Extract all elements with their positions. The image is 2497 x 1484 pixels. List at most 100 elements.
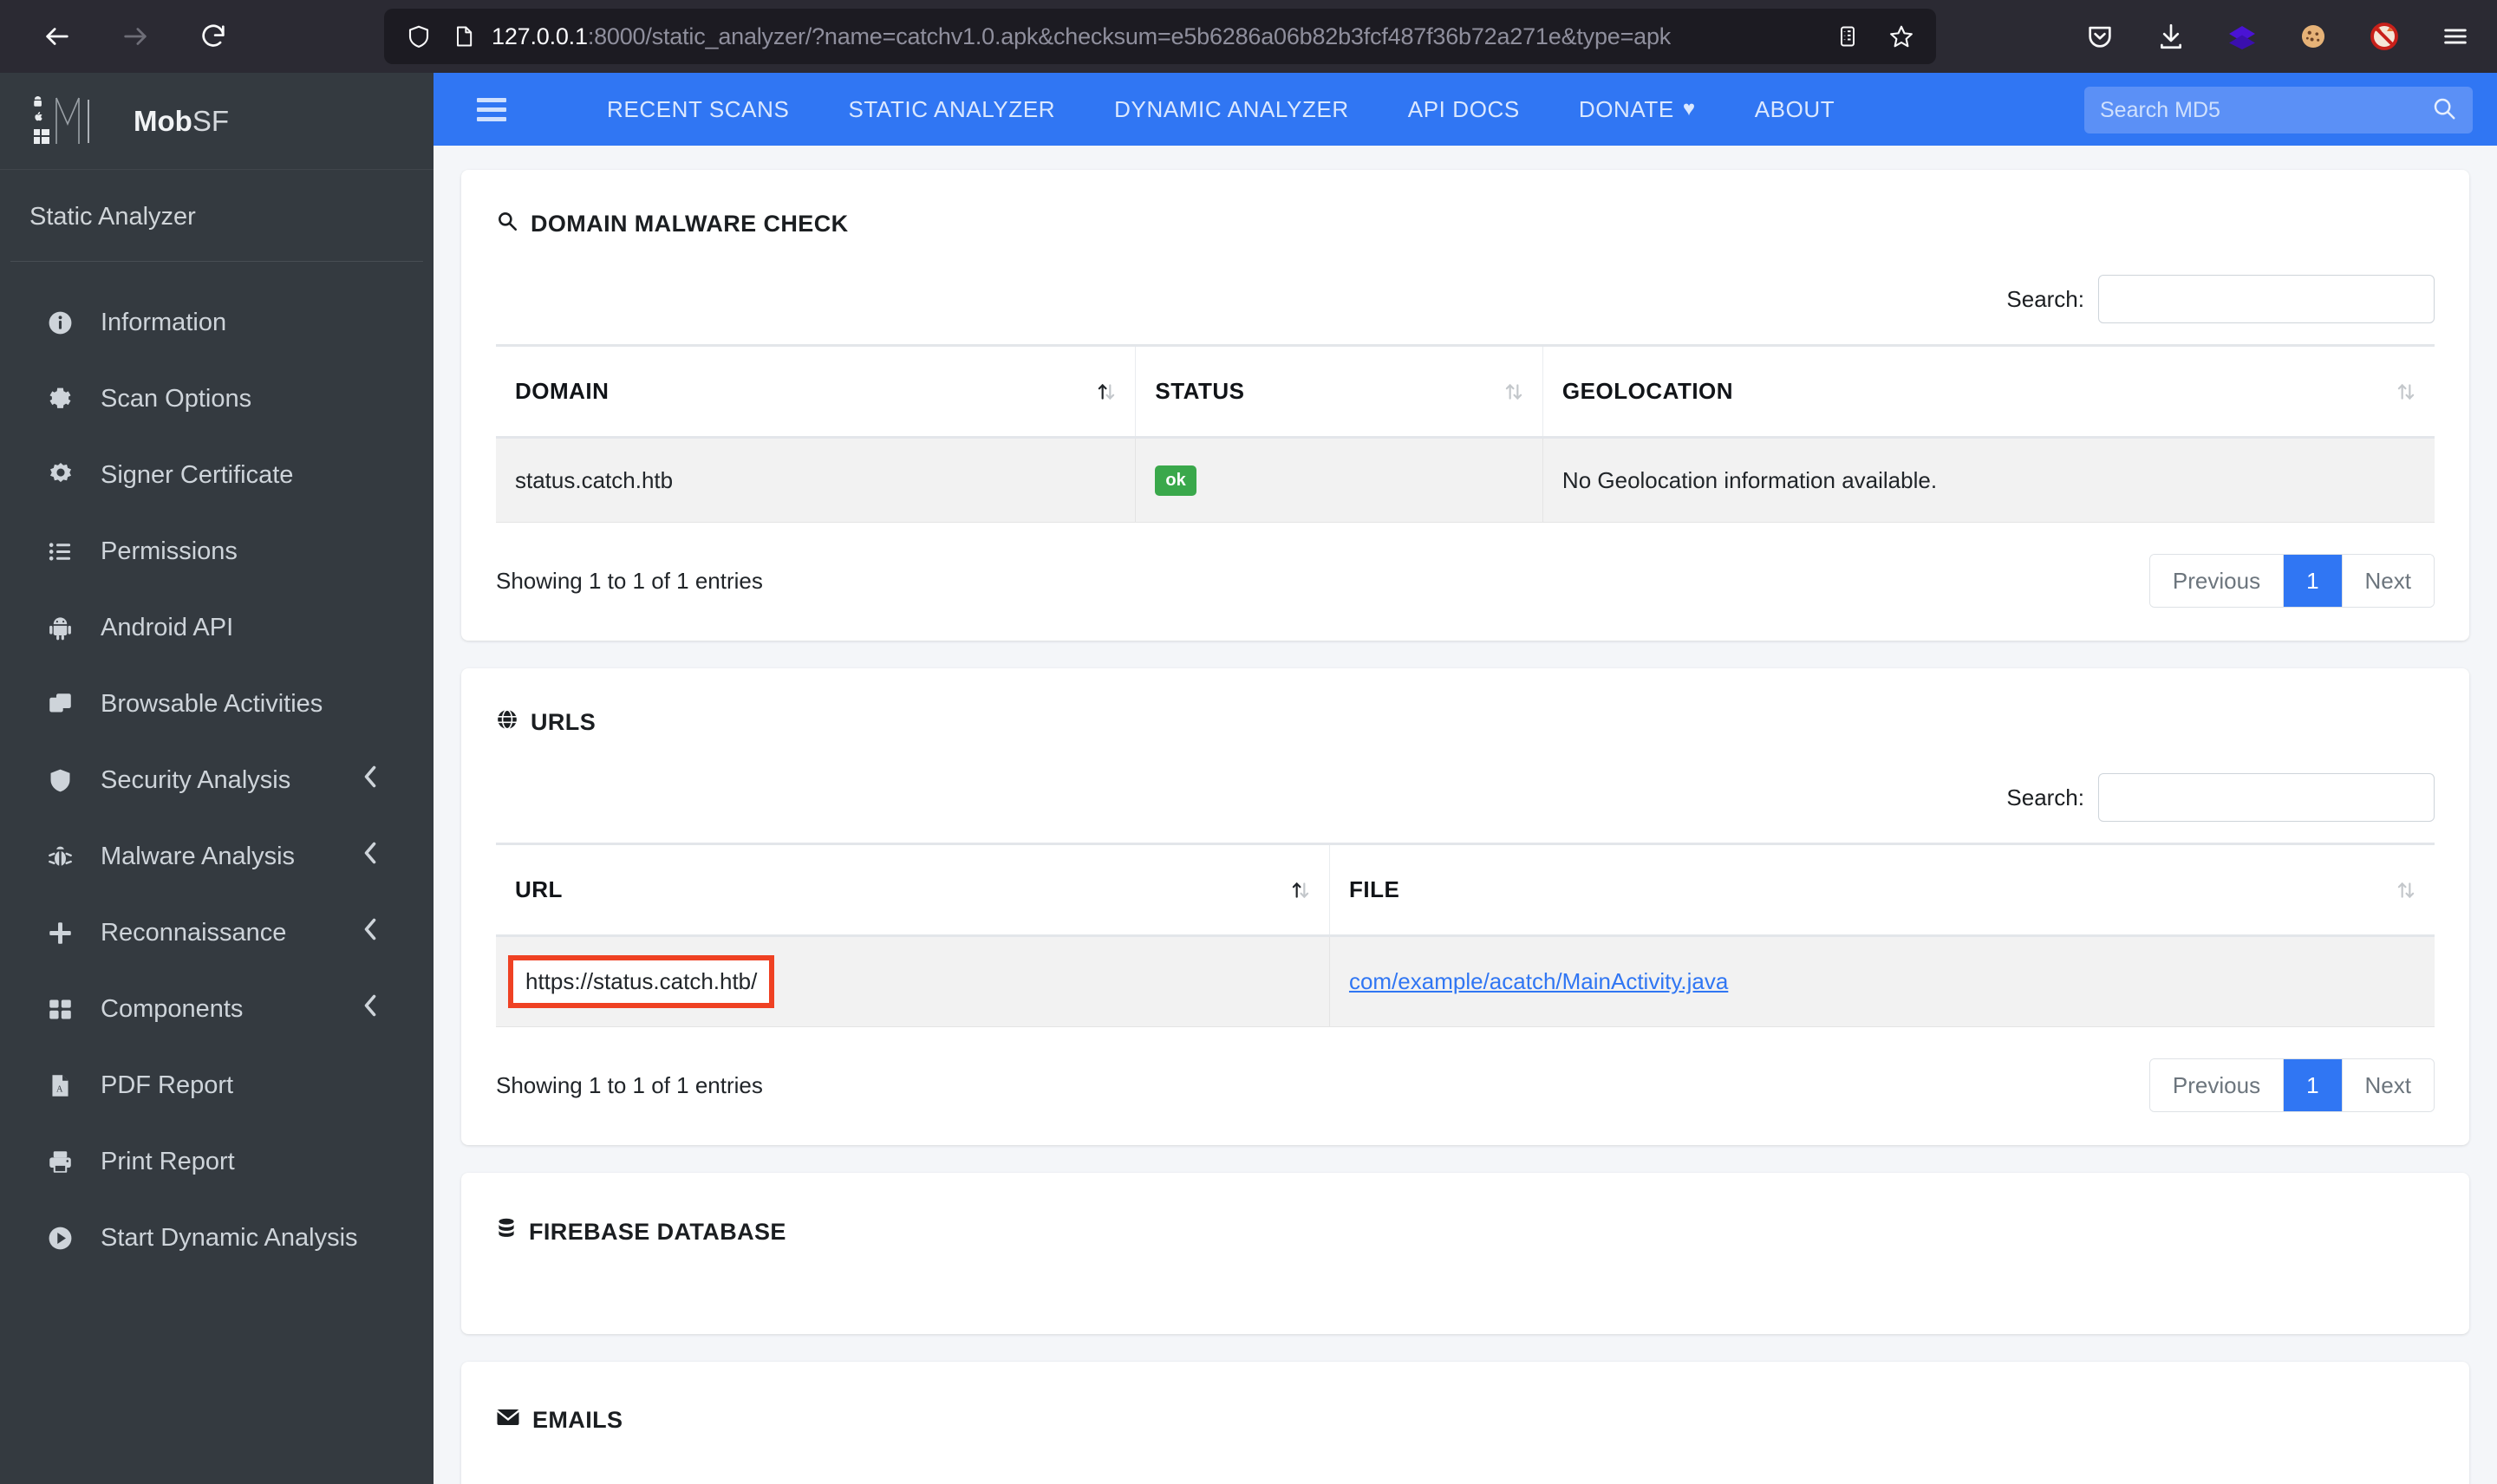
pagination-page-1[interactable]: 1 xyxy=(2284,1059,2343,1111)
blocked-fox-extension-button[interactable] xyxy=(2363,16,2405,57)
layers-extension-icon xyxy=(2229,26,2255,49)
main-area: RECENT SCANS STATIC ANALYZER DYNAMIC ANA… xyxy=(434,73,2497,1484)
sidebar-item-scan-options[interactable]: Scan Options xyxy=(0,361,434,437)
chevron-left-icon xyxy=(361,764,380,797)
content-scroll-area[interactable]: DOMAIN MALWARE CHECK Search: DOMAIN STAT… xyxy=(434,146,2497,1484)
sort-icon-asc xyxy=(1289,879,1312,901)
domain-search-row: Search: xyxy=(496,238,2435,344)
chevron-left-icon xyxy=(361,993,380,1025)
shield-icon xyxy=(408,25,429,48)
nav-link-api-docs[interactable]: API DOCS xyxy=(1408,96,1520,123)
sidebar-item-label: Malware Analysis xyxy=(101,842,296,870)
back-button[interactable] xyxy=(33,12,81,61)
geolocation-column-label: GEOLOCATION xyxy=(1561,378,1734,404)
pagination-previous[interactable]: Previous xyxy=(2149,555,2285,607)
sidebar-item-android-api[interactable]: Android API xyxy=(0,589,434,666)
urls-card: URLS Search: URL FILE https://status.cat… xyxy=(461,668,2469,1145)
page-document-icon xyxy=(457,26,473,47)
pocket-button[interactable] xyxy=(2079,16,2121,57)
sidebar-item-reconnaissance[interactable]: Reconnaissance xyxy=(0,895,434,971)
sidebar-item-start-dynamic-analysis[interactable]: Start Dynamic Analysis xyxy=(0,1200,434,1276)
downloads-button[interactable] xyxy=(2150,16,2192,57)
sidebar-item-label: Components xyxy=(101,994,244,1023)
sidebar-item-signer-certificate[interactable]: Signer Certificate xyxy=(0,437,434,513)
sidebar-item-malware-analysis[interactable]: Malware Analysis xyxy=(0,818,434,895)
layers-extension-button[interactable] xyxy=(2221,16,2263,57)
database-icon xyxy=(496,1218,517,1246)
reader-mode-button[interactable] xyxy=(1825,14,1870,59)
pagination-next[interactable]: Next xyxy=(2342,555,2434,607)
url-host: 127.0.0.1 xyxy=(492,23,588,49)
url-text[interactable]: 127.0.0.1:8000/static_analyzer/?name=cat… xyxy=(492,23,1671,50)
plus-icon xyxy=(47,920,92,947)
domain-column-header[interactable]: DOMAIN xyxy=(496,344,1136,439)
card-title-text: DOMAIN MALWARE CHECK xyxy=(531,211,849,237)
pagination-page-1[interactable]: 1 xyxy=(2284,555,2343,607)
gear-icon xyxy=(47,386,92,413)
downloads-icon xyxy=(2161,23,2181,49)
forward-button[interactable] xyxy=(111,12,160,61)
domain-column-label: DOMAIN xyxy=(515,378,610,404)
blocked-fox-extension-icon xyxy=(2370,23,2398,50)
sidebar-toggle-icon[interactable] xyxy=(477,97,506,121)
bookmark-button[interactable] xyxy=(1879,14,1924,59)
urls-table-body: https://status.catch.htb/ com/example/ac… xyxy=(496,935,2435,1027)
url-column-header[interactable]: URL xyxy=(496,843,1330,937)
url-bar[interactable]: 127.0.0.1:8000/static_analyzer/?name=cat… xyxy=(384,9,1936,64)
sidebar-item-security-analysis[interactable]: Security Analysis xyxy=(0,742,434,818)
sidebar-item-label: Start Dynamic Analysis xyxy=(101,1223,358,1252)
nav-link-static-analyzer[interactable]: STATIC ANALYZER xyxy=(848,96,1055,123)
browser-nav-buttons xyxy=(33,12,238,61)
file-link[interactable]: com/example/acatch/MainActivity.java xyxy=(1349,968,1728,994)
nav-link-donate[interactable]: DONATE ♥ xyxy=(1579,96,1696,123)
sidebar-item-label: Information xyxy=(101,308,227,336)
sidebar-item-label: Browsable Activities xyxy=(101,689,323,718)
nav-link-recent-scans[interactable]: RECENT SCANS xyxy=(607,96,789,123)
file-column-header[interactable]: FILE xyxy=(1328,843,2435,937)
search-icon[interactable] xyxy=(2431,95,2457,126)
sidebar-item-label: Reconnaissance xyxy=(101,918,287,947)
shield-icon xyxy=(47,767,92,794)
sidebar-item-browsable-activities[interactable]: Browsable Activities xyxy=(0,666,434,742)
search-md5-box[interactable] xyxy=(2084,87,2473,133)
firebase-database-card: FIREBASE DATABASE xyxy=(461,1173,2469,1334)
brand-text: MobSF xyxy=(134,105,229,138)
chevron-left-icon xyxy=(361,840,380,873)
nav-link-about[interactable]: ABOUT xyxy=(1755,96,1835,123)
search-md5-input[interactable] xyxy=(2100,97,2431,123)
domain-table-header-row: DOMAIN STATUS GEOLOCATION xyxy=(496,344,2435,439)
brand-logo-area[interactable]: MobSF xyxy=(0,73,434,170)
page-info-button[interactable] xyxy=(441,14,486,59)
brand-text-bold: Mob xyxy=(134,104,192,137)
urls-search-row: Search: xyxy=(496,737,2435,843)
sidebar-item-information[interactable]: Information xyxy=(0,284,434,361)
urls-entries-info: Showing 1 to 1 of 1 entries xyxy=(496,1071,763,1098)
site-shield-button[interactable] xyxy=(396,14,441,59)
browser-menu-button[interactable] xyxy=(2435,16,2476,57)
nav-link-dynamic-analyzer[interactable]: DYNAMIC ANALYZER xyxy=(1114,96,1349,123)
forward-arrow-icon xyxy=(124,28,147,45)
svg-text:A: A xyxy=(56,1084,63,1094)
card-title-text: FIREBASE DATABASE xyxy=(529,1219,786,1245)
sidebar-heading: Static Analyzer xyxy=(29,203,196,231)
reload-button[interactable] xyxy=(189,12,238,61)
emails-title-row: EMAILS xyxy=(461,1362,2469,1434)
domain-table-footer: Showing 1 to 1 of 1 entries Previous 1 N… xyxy=(496,523,2435,616)
clone-windows-icon xyxy=(47,691,92,718)
envelope-icon xyxy=(496,1407,520,1434)
pagination-previous[interactable]: Previous xyxy=(2149,1059,2285,1111)
cookie-extension-button[interactable] xyxy=(2292,16,2334,57)
certificate-icon xyxy=(47,461,92,489)
sidebar-item-components[interactable]: Components xyxy=(0,971,434,1047)
geolocation-cell: No Geolocation information available. xyxy=(1542,437,2435,523)
sidebar-item-pdf-report[interactable]: A PDF Report xyxy=(0,1047,434,1123)
status-column-header[interactable]: STATUS xyxy=(1135,344,1543,439)
sidebar-item-permissions[interactable]: Permissions xyxy=(0,513,434,589)
pagination-next[interactable]: Next xyxy=(2342,1059,2434,1111)
sidebar-item-print-report[interactable]: Print Report xyxy=(0,1123,434,1200)
domain-malware-check-card: DOMAIN MALWARE CHECK Search: DOMAIN STAT… xyxy=(461,170,2469,641)
urls-search-input[interactable] xyxy=(2098,773,2435,822)
domain-search-input[interactable] xyxy=(2098,275,2435,323)
geolocation-column-header[interactable]: GEOLOCATION xyxy=(1542,344,2435,439)
sidebar-item-label: Permissions xyxy=(101,537,238,565)
